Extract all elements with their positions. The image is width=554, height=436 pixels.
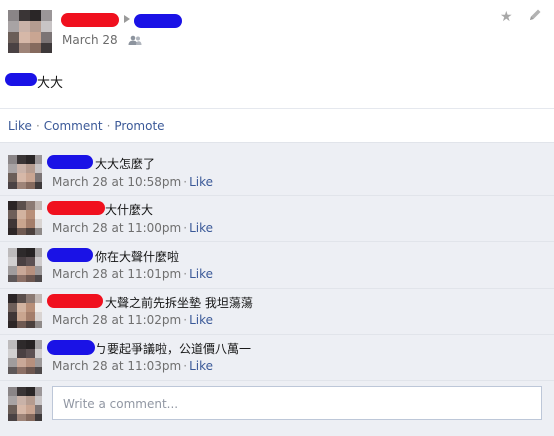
commenter-name-redacted[interactable] bbox=[47, 248, 93, 262]
separator: · bbox=[106, 119, 111, 133]
comment-avatar[interactable] bbox=[8, 248, 42, 282]
row-divider bbox=[0, 380, 554, 381]
row-divider bbox=[0, 195, 554, 196]
comment-time[interactable]: March 28 at 11:02pm bbox=[52, 313, 181, 327]
separator: · bbox=[183, 313, 188, 327]
like-link[interactable]: Like bbox=[8, 119, 32, 133]
comment-meta: March 28 at 11:02pm · Like bbox=[52, 313, 213, 327]
arrow-right-icon bbox=[124, 15, 130, 23]
viewer-avatar bbox=[8, 387, 42, 421]
commenter-name-redacted[interactable] bbox=[47, 201, 105, 215]
divider bbox=[0, 108, 554, 109]
comment-input-placeholder: Write a comment... bbox=[63, 397, 179, 411]
post-actions: Like · Comment · Promote bbox=[8, 119, 165, 133]
separator: · bbox=[183, 175, 188, 189]
separator: · bbox=[183, 267, 188, 281]
comment-time[interactable]: March 28 at 10:58pm bbox=[52, 175, 181, 189]
comment-like-link[interactable]: Like bbox=[189, 267, 213, 281]
comment-meta: March 28 at 11:01pm · Like bbox=[52, 267, 213, 281]
commenter-name-redacted[interactable] bbox=[47, 340, 95, 355]
comment-avatar[interactable] bbox=[8, 201, 42, 235]
comment-avatar[interactable] bbox=[8, 294, 42, 328]
comment-like-link[interactable]: Like bbox=[189, 221, 213, 235]
friends-icon[interactable] bbox=[128, 35, 142, 49]
promote-link[interactable]: Promote bbox=[114, 119, 164, 133]
comment-link[interactable]: Comment bbox=[44, 119, 103, 133]
comment-meta: March 28 at 11:00pm · Like bbox=[52, 221, 213, 235]
panel-top-border bbox=[0, 142, 554, 143]
pencil-icon[interactable] bbox=[529, 8, 542, 25]
row-divider bbox=[0, 334, 554, 335]
comment-time[interactable]: March 28 at 11:01pm bbox=[52, 267, 181, 281]
comment-like-link[interactable]: Like bbox=[189, 359, 213, 373]
separator: · bbox=[183, 359, 188, 373]
star-icon[interactable]: ★ bbox=[500, 9, 513, 25]
comment-text: 大什麼大 bbox=[105, 203, 154, 217]
comment-meta: March 28 at 11:03pm · Like bbox=[52, 359, 213, 373]
mention-redacted[interactable] bbox=[5, 73, 37, 86]
comment-avatar[interactable] bbox=[8, 340, 42, 374]
comment-text: 大聲之前先拆坐墊 我坦蕩蕩 bbox=[105, 296, 253, 310]
commenter-name-redacted[interactable] bbox=[47, 155, 93, 169]
comment-text: 大大怎麼了 bbox=[95, 157, 156, 171]
comment-text: ㄅ要起爭議啦，公道價八萬一 bbox=[95, 342, 252, 356]
post-text: 大大 bbox=[37, 76, 64, 91]
commenter-name-redacted[interactable] bbox=[47, 294, 103, 308]
row-divider bbox=[0, 288, 554, 289]
author-name-redacted[interactable] bbox=[61, 13, 119, 27]
separator: · bbox=[35, 119, 40, 133]
comment-text: 你在大聲什麼啦 bbox=[95, 250, 180, 264]
comment-time[interactable]: March 28 at 11:00pm bbox=[52, 221, 181, 235]
author-avatar[interactable] bbox=[8, 10, 52, 53]
comment-avatar[interactable] bbox=[8, 155, 42, 189]
row-divider bbox=[0, 241, 554, 242]
comment-time[interactable]: March 28 at 11:03pm bbox=[52, 359, 181, 373]
target-name-redacted[interactable] bbox=[134, 14, 182, 28]
comment-like-link[interactable]: Like bbox=[189, 175, 213, 189]
separator: · bbox=[183, 221, 188, 235]
post-date[interactable]: March 28 bbox=[62, 33, 142, 49]
comment-input[interactable]: Write a comment... bbox=[52, 386, 542, 420]
comment-meta: March 28 at 10:58pm · Like bbox=[52, 175, 213, 189]
comment-like-link[interactable]: Like bbox=[189, 313, 213, 327]
